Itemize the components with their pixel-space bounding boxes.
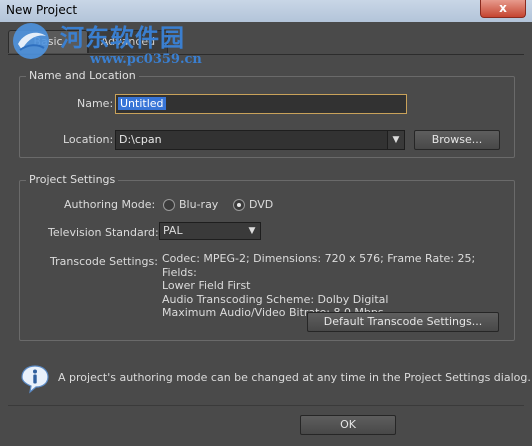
watermark-url: www.pc0359.cn: [90, 52, 202, 67]
radio-dvd-label[interactable]: DVD: [249, 198, 273, 211]
transcode-line: Codec: MPEG-2; Dimensions: 720 x 576; Fr…: [162, 252, 476, 279]
radio-dvd[interactable]: [233, 199, 245, 211]
transcode-line: Audio Transcoding Scheme: Dolby Digital: [162, 292, 389, 306]
location-dropdown[interactable]: D:\cpan ▼: [115, 130, 405, 150]
name-label: Name:: [77, 97, 114, 110]
watermark-text: 河东软件园: [60, 23, 185, 52]
tv-standard-label: Television Standard:: [48, 226, 159, 239]
info-message: A project's authoring mode can be change…: [58, 371, 531, 384]
group-title-project-settings: Project Settings: [26, 173, 119, 186]
transcode-settings-text: Codec: MPEG-2; Dimensions: 720 x 576; Fr…: [162, 252, 492, 320]
authoring-mode-label: Authoring Mode:: [64, 198, 156, 211]
location-value: D:\cpan: [119, 133, 162, 146]
tv-standard-value: PAL: [163, 224, 183, 237]
chevron-down-icon[interactable]: ▼: [387, 131, 404, 149]
location-label: Location:: [63, 133, 114, 146]
tv-standard-select[interactable]: PAL ▼: [159, 222, 261, 240]
radio-bluray[interactable]: [163, 199, 175, 211]
group-title-name-location: Name and Location: [26, 69, 139, 82]
close-icon: x: [499, 1, 507, 15]
divider: [8, 405, 524, 406]
watermark-logo-icon: [13, 23, 49, 59]
name-input-value: Untitled: [118, 97, 166, 110]
default-transcode-settings-button[interactable]: Default Transcode Settings...: [307, 312, 499, 332]
chevron-down-icon[interactable]: ▼: [244, 223, 260, 239]
ok-button[interactable]: OK: [300, 415, 396, 435]
close-button[interactable]: x: [480, 0, 526, 18]
transcode-line: Lower Field First: [162, 279, 251, 292]
name-input[interactable]: Untitled: [115, 94, 407, 114]
browse-button[interactable]: Browse...: [414, 130, 500, 150]
watermark: 河东软件园 www.pc0359.cn: [10, 14, 230, 70]
info-icon: [21, 365, 49, 394]
radio-bluray-label[interactable]: Blu-ray: [179, 198, 218, 211]
transcode-settings-label: Transcode Settings:: [50, 255, 158, 268]
